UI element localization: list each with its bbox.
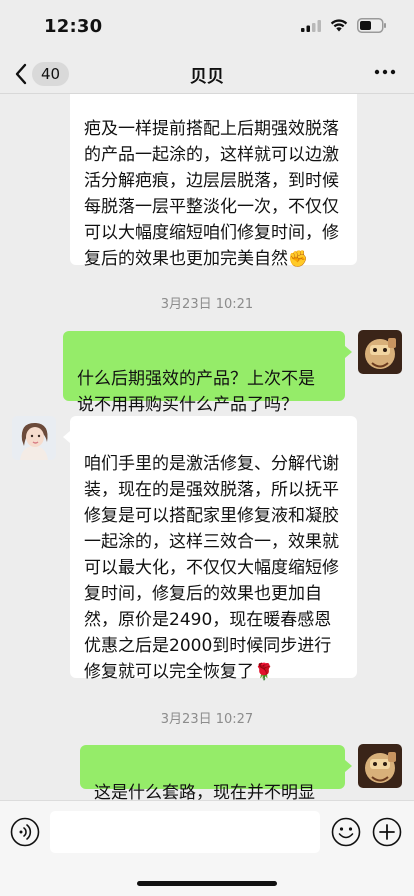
emoji-icon[interactable] <box>331 817 361 847</box>
home-indicator <box>137 881 277 886</box>
message-input[interactable] <box>50 811 320 853</box>
contact-photo-icon <box>12 416 56 460</box>
cellular-signal-icon <box>301 20 321 32</box>
more-dots-icon[interactable] <box>374 65 396 79</box>
nav-bar: 40 贝贝 <box>0 52 414 94</box>
bubble-tail <box>345 346 352 358</box>
message-timestamp: 3月23日 10:27 <box>160 712 254 727</box>
my-avatar[interactable] <box>358 744 402 788</box>
chat-title: 贝贝 <box>190 67 224 87</box>
message-timestamp: 3月23日 10:21 <box>160 297 254 312</box>
sent-message[interactable]: 这是什么套路，现在并不明显 <box>80 745 345 800</box>
cartoon-avatar-icon <box>358 330 402 374</box>
received-message[interactable]: 疤及一样提前搭配上后期强效脱落的产品一起涂的，这样就可以边激活分解疤痕，边层层脱… <box>70 94 357 269</box>
contact-avatar[interactable] <box>12 416 56 460</box>
rose-emoji: 🌹 <box>254 662 274 681</box>
fist-emoji: ✊ <box>288 249 308 268</box>
received-message[interactable]: 咱们手里的是激活修复、分解代谢装，现在的是强效脱落，所以抚平修复是可以搭配家里修… <box>70 416 357 682</box>
status-bar: 12:30 <box>0 0 414 52</box>
bubble-tail <box>345 760 352 772</box>
message-text: 疤及一样提前搭配上后期强效脱落的产品一起涂的，这样就可以边激活分解疤痕，边层层脱… <box>84 119 339 269</box>
cartoon-avatar-icon <box>358 744 402 788</box>
sent-message[interactable]: 什么后期强效的产品？上次不是说不用再购买什么产品了吗？ <box>63 331 345 415</box>
plus-icon[interactable] <box>372 817 402 847</box>
message-text: 咱们手里的是激活修复、分解代谢装，现在的是强效脱落，所以抚平修复是可以搭配家里修… <box>84 454 339 682</box>
bubble-tail <box>63 431 70 443</box>
message-text: 这是什么套路，现在并不明显 <box>94 783 315 800</box>
wifi-icon <box>330 19 348 32</box>
status-time: 12:30 <box>44 16 103 37</box>
chat-message-list[interactable]: 疤及一样提前搭配上后期强效脱落的产品一起涂的，这样就可以边激活分解疤痕，边层层脱… <box>0 94 414 800</box>
voice-icon[interactable] <box>10 817 40 847</box>
message-text: 什么后期强效的产品？上次不是说不用再购买什么产品了吗？ <box>77 369 315 415</box>
my-avatar[interactable] <box>358 330 402 374</box>
battery-icon <box>357 18 386 33</box>
